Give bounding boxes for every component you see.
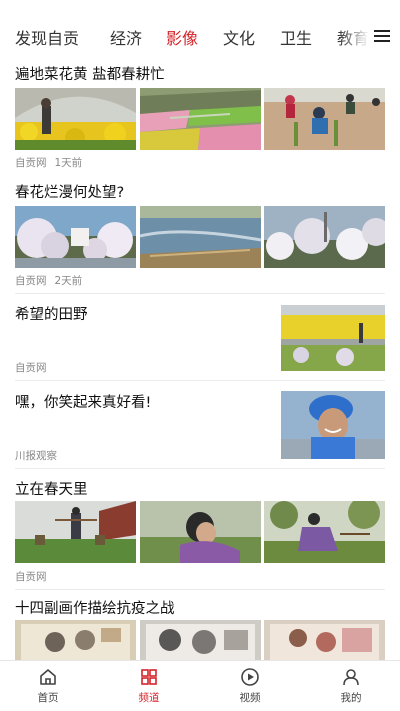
article-meta: 自贡网 2天前 [15,273,82,288]
home-icon [40,669,56,685]
article-title[interactable]: 遍地菜花黄 盐都春耕忙 [15,63,165,84]
article-thumbnail[interactable] [264,620,385,660]
article-thumbnail[interactable] [281,305,385,371]
feed-divider [15,589,385,590]
feed-divider [15,468,385,469]
nav-video[interactable]: 视频 [220,667,280,705]
feed-divider [15,293,385,294]
article-title[interactable]: 立在春天里 [15,478,88,499]
nav-channels[interactable]: 频道 [119,667,179,705]
article-thumbnail[interactable] [15,206,136,268]
article-meta: 自贡网 [15,360,47,375]
nav-label: 频道 [138,692,160,704]
article-time: 2天前 [54,275,83,287]
article-title[interactable]: 希望的田野 [15,303,88,324]
article-meta: 川报观察 [15,448,57,463]
user-profile-icon [343,669,359,686]
hamburger-menu-icon[interactable] [374,30,390,42]
tab-economy[interactable]: 经济 [110,25,142,49]
news-feed[interactable]: 遍地菜花黄 盐都春耕忙 自贡网 1天前 春花烂漫何处望? 自贡网 2天前 希望的… [0,60,400,660]
article-thumbnail[interactable] [140,620,261,660]
article-source: 自贡网 [15,157,47,169]
article-thumbnail[interactable] [15,501,136,563]
nav-label: 首页 [37,692,59,704]
article-thumbnail[interactable] [264,206,385,268]
tabs-fade-overlay [338,20,378,50]
article-source: 川报观察 [15,450,57,462]
article-title[interactable]: 春花烂漫何处望? [15,181,124,202]
nav-label: 视频 [239,692,261,704]
video-play-icon [241,668,259,686]
channel-tab-bar: 发现自贡 经济 影像 文化 卫生 教育 [0,0,400,60]
tab-health[interactable]: 卫生 [280,25,312,49]
nav-label: 我的 [340,692,362,704]
article-title[interactable]: 十四副画作描绘抗疫之战 [15,597,175,618]
article-source: 自贡网 [15,362,47,374]
article-thumbnail[interactable] [15,88,136,150]
tab-culture[interactable]: 文化 [223,25,255,49]
article-title[interactable]: 嘿，你笑起来真好看! [15,391,151,412]
article-thumbnail[interactable] [264,501,385,563]
nav-profile[interactable]: 我的 [321,667,381,705]
nav-home[interactable]: 首页 [18,667,78,705]
article-thumbnail[interactable] [281,391,385,459]
article-thumbnail[interactable] [140,501,261,563]
feed-divider [15,380,385,381]
article-source: 自贡网 [15,275,47,287]
article-source: 自贡网 [15,571,47,583]
article-time: 1天前 [54,157,83,169]
channels-grid-icon [141,669,157,685]
article-meta: 自贡网 1天前 [15,155,82,170]
tab-discover-zigong[interactable]: 发现自贡 [15,25,79,49]
article-meta: 自贡网 [15,569,47,584]
article-thumbnail[interactable] [264,88,385,150]
tab-images[interactable]: 影像 [166,25,198,49]
article-thumbnail[interactable] [15,620,136,660]
bottom-navigation-bar: 首页 频道 视频 我的 [0,660,400,711]
article-thumbnail[interactable] [140,206,261,268]
article-thumbnail[interactable] [140,88,261,150]
